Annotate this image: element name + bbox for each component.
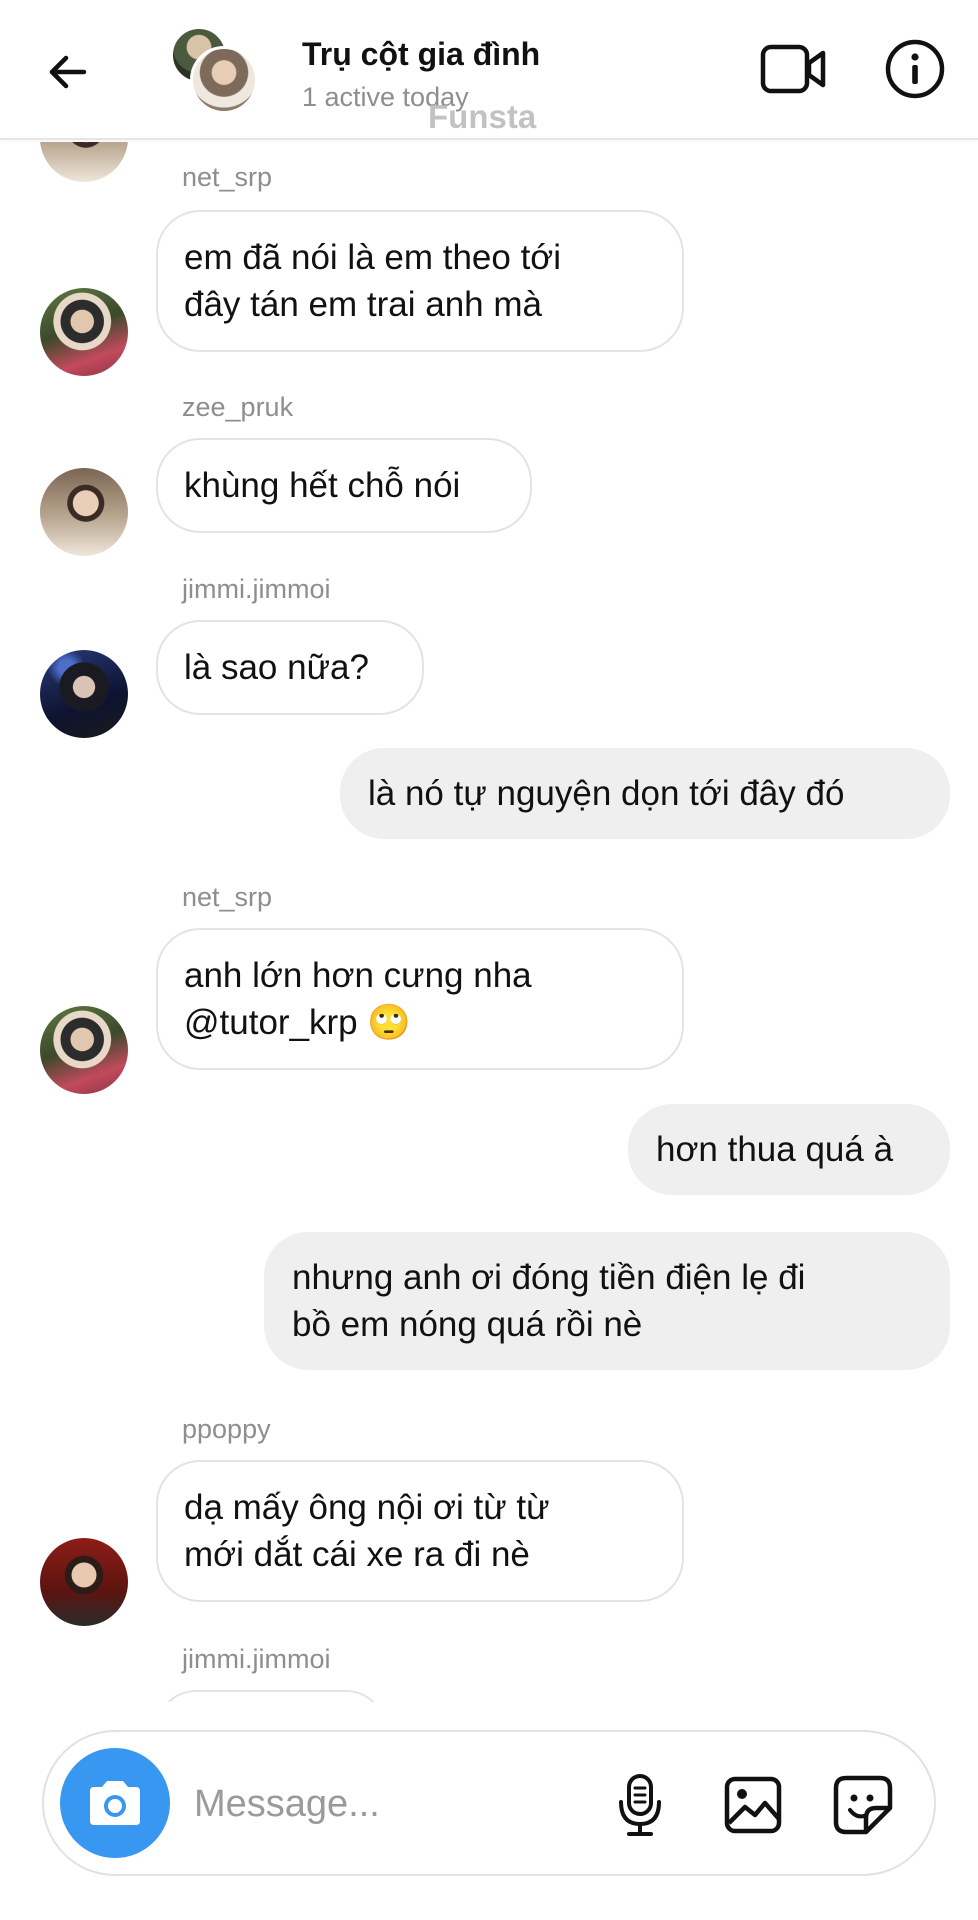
message-sender: jimmi.jimmoi [182, 574, 331, 604]
gallery-button[interactable] [718, 1770, 788, 1840]
info-button[interactable] [880, 34, 950, 104]
message-text: khùng hết chỗ nói [184, 466, 461, 505]
message-sender: net_srp [182, 882, 273, 912]
message-bubble-outgoing[interactable]: nhưng anh ơi đóng tiền điện lẹ đi bồ em … [264, 1232, 950, 1370]
message-text: là sao nữa? [184, 648, 369, 687]
back-button[interactable] [36, 40, 100, 104]
video-call-icon [760, 44, 826, 94]
message-sender: ppoppy [182, 1414, 271, 1444]
avatar[interactable] [40, 468, 128, 556]
message-bubble[interactable]: anh lớn hơn cưng nha @tutor_krp 🙄 [156, 928, 684, 1070]
back-arrow-icon [49, 55, 87, 89]
message-sender: jimmi.jimmoi [182, 1644, 331, 1674]
sticker-button[interactable] [828, 1770, 898, 1840]
message-bubble[interactable]: dạ mấy ông nội ơi từ từ mới dắt cái xe r… [156, 1460, 684, 1602]
chat-title[interactable]: Trụ cột gia đình [302, 36, 540, 73]
message-composer [42, 1730, 936, 1876]
camera-icon [90, 1781, 140, 1825]
video-call-button[interactable] [756, 34, 832, 104]
message-bubble[interactable] [156, 1690, 386, 1702]
microphone-icon [619, 1774, 661, 1836]
avatar[interactable] [40, 650, 128, 738]
message-list[interactable]: net_srp em đã nói là em theo tới đây tán… [0, 142, 978, 1702]
message-text: dạ mấy ông nội ơi từ từ mới dắt cái xe r… [184, 1488, 550, 1574]
gallery-icon [724, 1776, 782, 1834]
message-bubble[interactable]: khùng hết chỗ nói [156, 438, 532, 533]
avatar[interactable] [40, 1006, 128, 1094]
message-bubble[interactable]: em đã nói là em theo tới đây tán em trai… [156, 210, 684, 352]
avatar[interactable] [40, 1538, 128, 1626]
info-icon [885, 39, 945, 99]
message-bubble-outgoing[interactable]: hơn thua quá à [628, 1104, 950, 1195]
message-text: nhưng anh ơi đóng tiền điện lẹ đi bồ em … [292, 1258, 806, 1344]
message-sender: net_srp [182, 162, 273, 192]
message-bubble[interactable]: là sao nữa? [156, 620, 424, 715]
message-input[interactable] [194, 1776, 584, 1832]
message-sender: zee_pruk [182, 392, 294, 422]
group-avatar[interactable] [170, 26, 260, 116]
chat-header: Trụ cột gia đình 1 active today Funsta [0, 0, 978, 140]
message-text: hơn thua quá à [656, 1130, 894, 1169]
avatar[interactable] [40, 288, 128, 376]
message-bubble-outgoing[interactable]: là nó tự nguyện dọn tới đây đó [340, 748, 950, 839]
watermark: Funsta [428, 98, 537, 135]
avatar[interactable] [40, 142, 128, 182]
group-avatar-member-2 [190, 46, 258, 114]
camera-button[interactable] [60, 1748, 170, 1858]
message-text: anh lớn hơn cưng nha @tutor_krp 🙄 [184, 956, 532, 1042]
sticker-icon [833, 1775, 893, 1835]
voice-message-button[interactable] [608, 1770, 672, 1840]
message-text: là nó tự nguyện dọn tới đây đó [368, 774, 845, 813]
message-text: em đã nói là em theo tới đây tán em trai… [184, 238, 562, 324]
